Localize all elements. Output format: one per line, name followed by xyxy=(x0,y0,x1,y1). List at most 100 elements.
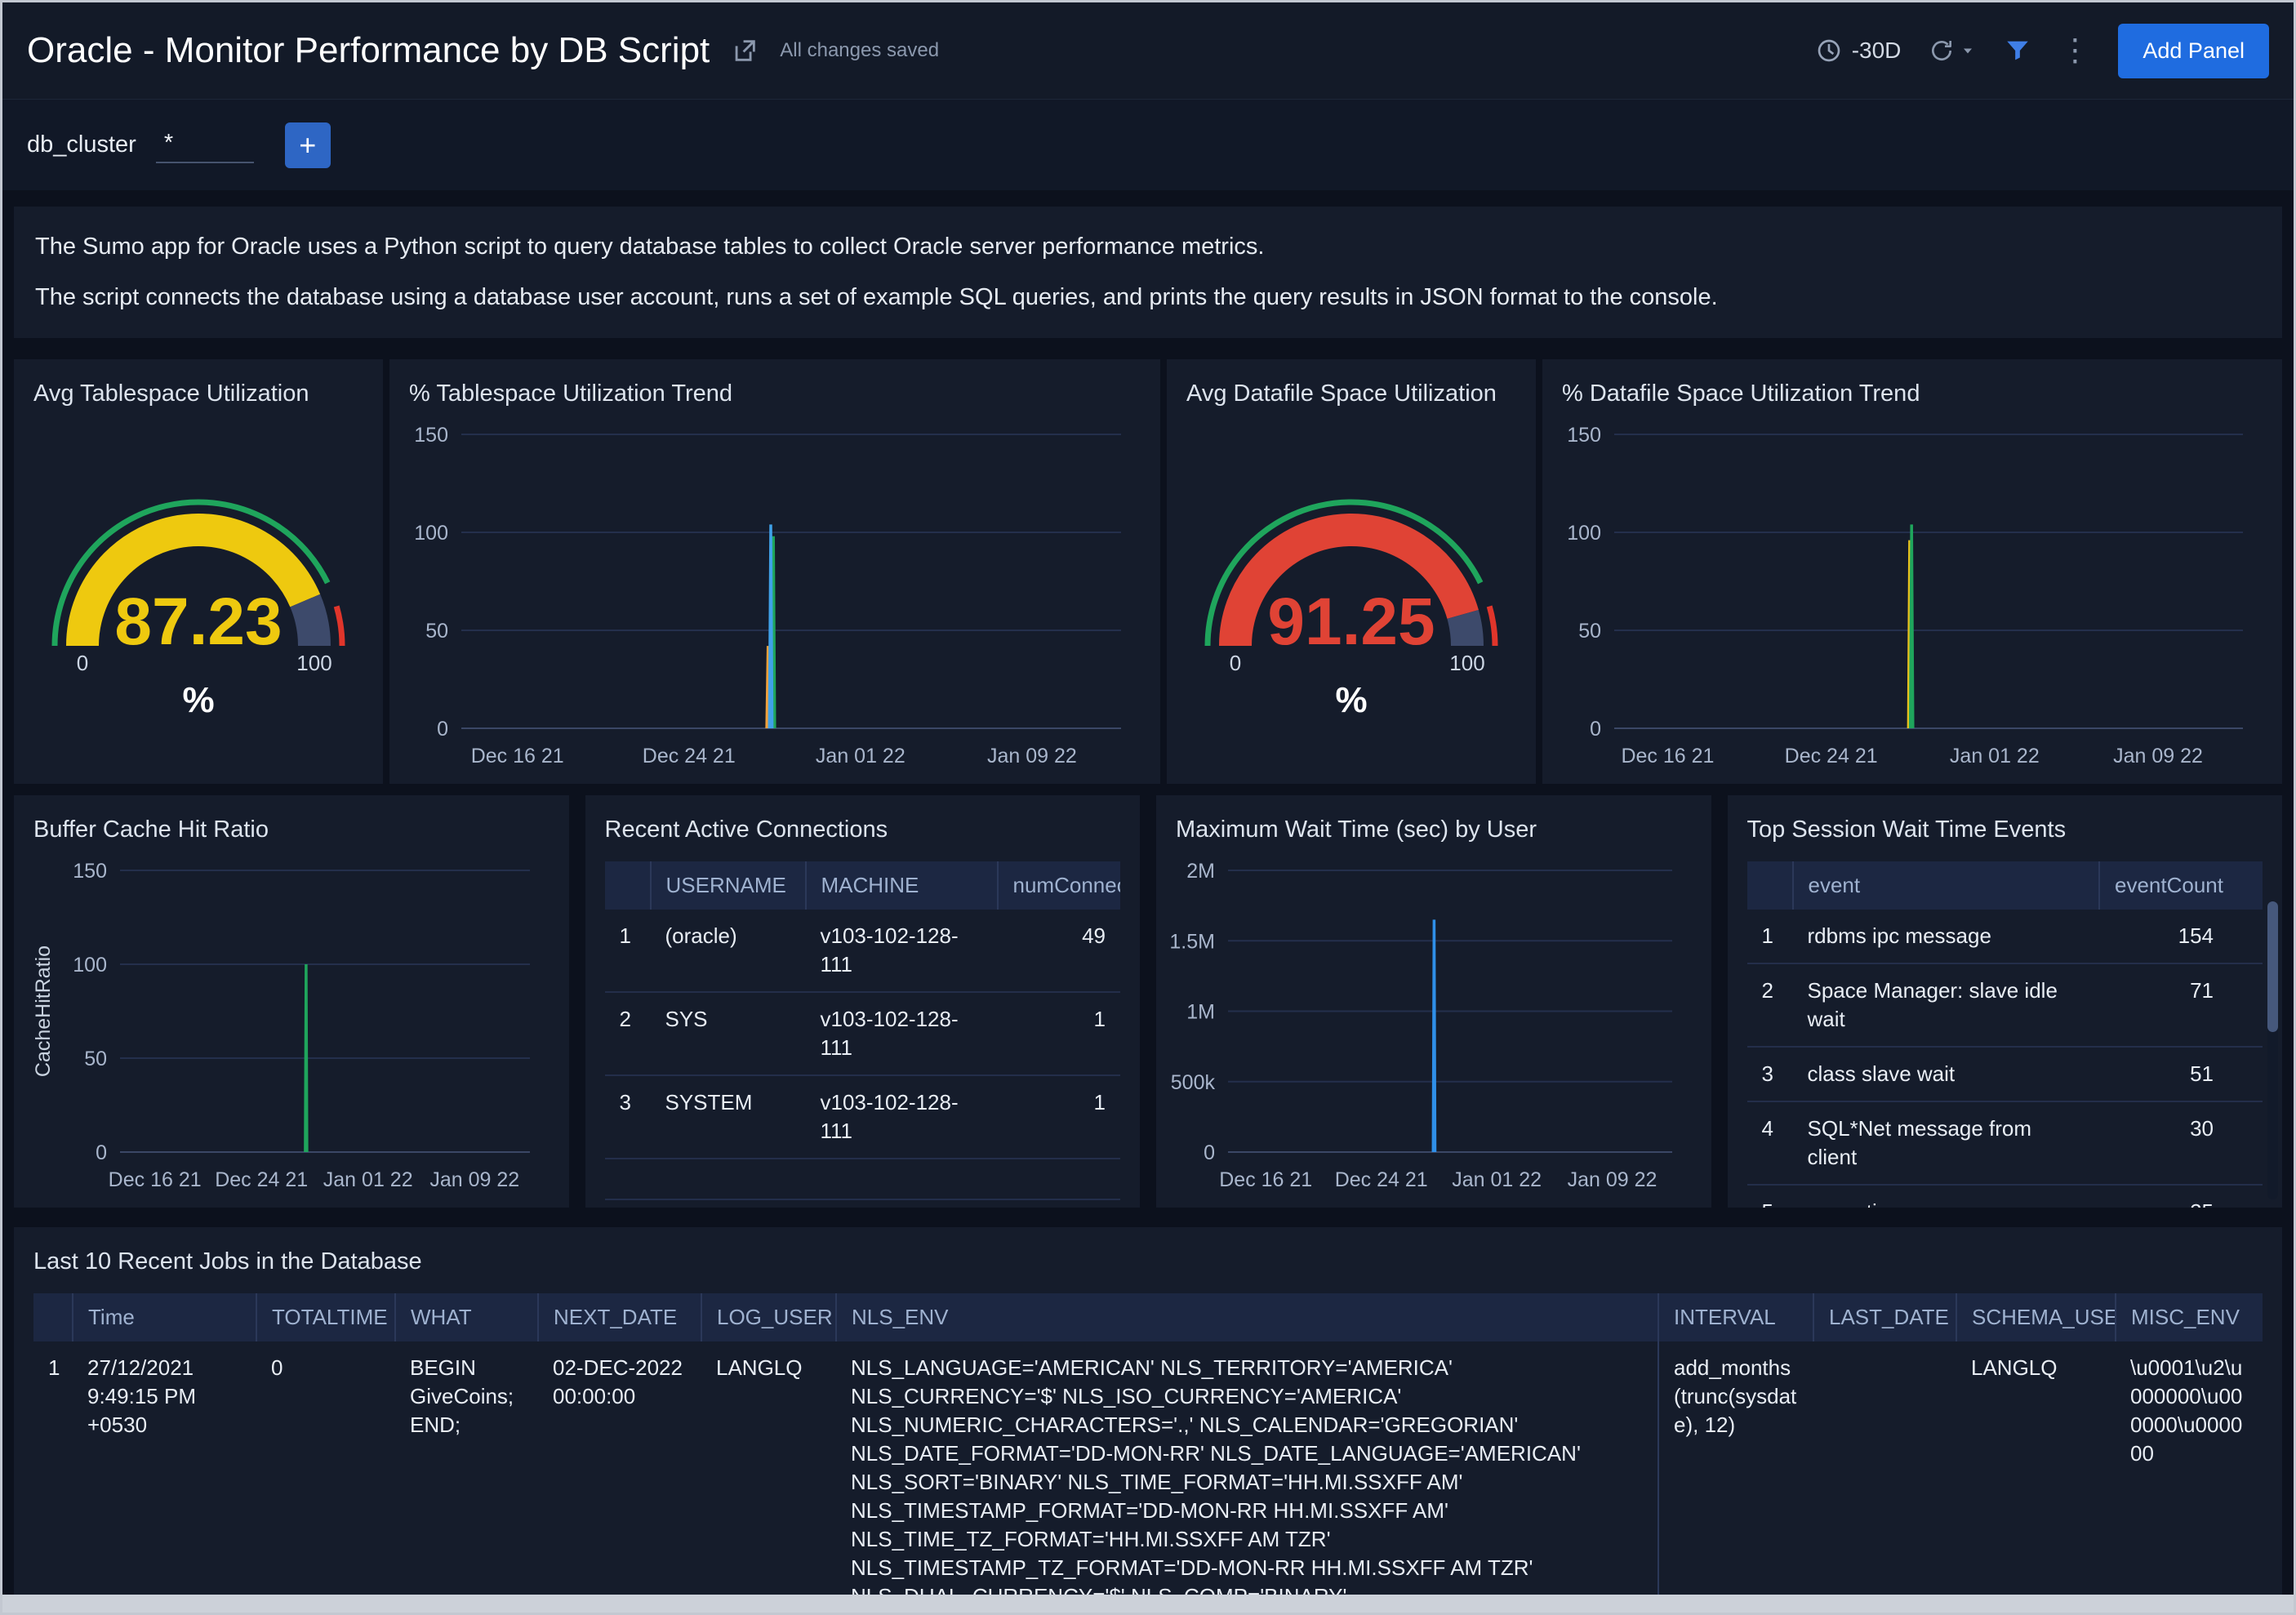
svg-text:Dec 16 21: Dec 16 21 xyxy=(471,745,564,767)
panel-row-1: Avg Tablespace Utilization 87.23 0 100 % %… xyxy=(14,358,2282,784)
svg-text:87.23: 87.23 xyxy=(114,585,282,659)
cell-event: rdbms ipc message xyxy=(1792,909,2099,964)
col-time: Time xyxy=(73,1292,257,1341)
panel-title: % Tablespace Utilization Trend xyxy=(409,380,733,407)
svg-text:0: 0 xyxy=(437,718,448,741)
row-index: 1 xyxy=(1746,909,1793,964)
table-row[interactable]: 3 SYSTEM v103-102-128-111 1 xyxy=(604,1074,1120,1160)
col-last-date: LAST_DATE xyxy=(1813,1292,1957,1341)
table-row[interactable]: 1 rdbms ipc message 154 xyxy=(1746,909,2263,964)
filter-bar: db_cluster * + xyxy=(2,99,2294,190)
cell-eventcount: 51 xyxy=(2099,1046,2263,1102)
svg-text:0: 0 xyxy=(1230,651,1241,674)
cell-username: (oracle) xyxy=(650,909,806,993)
time-range-control[interactable]: -30D xyxy=(1816,38,1901,64)
panel-buffer-cache: Buffer Cache Hit Ratio 0 50 100 150 Dec 16 2… xyxy=(14,794,569,1208)
svg-text:1.5M: 1.5M xyxy=(1169,930,1215,953)
svg-text:150: 150 xyxy=(414,424,448,447)
svg-text:Dec 16 21: Dec 16 21 xyxy=(1219,1168,1312,1191)
clock-icon xyxy=(1818,39,1840,62)
svg-text:Jan 01 22: Jan 01 22 xyxy=(816,745,905,767)
table-row[interactable]: 5 pmon timer 25 xyxy=(1746,1185,2263,1208)
refresh-icon xyxy=(1932,41,1952,60)
table-row[interactable]: 3 class slave wait 51 xyxy=(1746,1046,2263,1102)
panel-datafile-trend: % Datafile Space Utilization Trend 0 50 10… xyxy=(1542,358,2282,784)
col-numconnects: numConnects xyxy=(997,861,1120,910)
col-totaltime: TOTALTIME xyxy=(256,1292,396,1341)
col-event: event xyxy=(1792,861,2100,910)
cell-nls-env: NLS_LANGUAGE='AMERICAN' NLS_TERRITORY='A… xyxy=(836,1341,1658,1613)
row-index: 1 xyxy=(33,1341,73,1613)
wait-events-table: event eventCount 1 rdbms ipc message 154… xyxy=(1746,861,2263,1208)
col-interval: INTERVAL xyxy=(1658,1292,1814,1341)
table-header-row: event eventCount xyxy=(1746,861,2263,910)
col-schema-user: SCHEMA_USER xyxy=(1956,1292,2116,1341)
cell-time: 27/12/2021 9:49:15 PM +0530 xyxy=(73,1341,256,1613)
panel-avg-tablespace: Avg Tablespace Utilization 87.23 0 100 % xyxy=(14,358,383,784)
col-what: WHAT xyxy=(395,1292,539,1341)
line-chart-buffer-cache[interactable]: 0 50 100 150 Dec 16 21 Dec 24 21 Jan 01 22 Jan … xyxy=(25,857,558,1198)
table-row[interactable]: 2 SYS v103-102-128-111 1 xyxy=(604,991,1120,1076)
gauge-chart-tablespace[interactable]: 87.23 0 100 xyxy=(33,437,363,675)
row-index: 4 xyxy=(1746,1101,1793,1186)
description-panel: The Sumo app for Oracle uses a Python sc… xyxy=(14,207,2282,338)
cell-next-date: 02-DEC-2022 00:00:00 xyxy=(538,1341,701,1613)
gauge-chart-datafile[interactable]: 91.25 0 100 xyxy=(1186,437,1516,675)
refresh-control[interactable] xyxy=(1929,38,1976,64)
panel-title: Top Session Wait Time Events xyxy=(1746,816,2067,843)
panel-recent-jobs: Last 10 Recent Jobs in the Database Time… xyxy=(14,1226,2282,1613)
svg-text:Jan 01 22: Jan 01 22 xyxy=(1950,745,2040,767)
cell-machine: v103-102-128-111 xyxy=(805,909,998,993)
add-filter-button[interactable]: + xyxy=(284,122,331,168)
col-log-user: LOG_USER xyxy=(701,1292,837,1341)
svg-text:500k: 500k xyxy=(1171,1070,1216,1093)
svg-text:Dec 24 21: Dec 24 21 xyxy=(215,1168,308,1191)
row-index: 3 xyxy=(1746,1046,1793,1102)
table-row[interactable]: 1 27/12/2021 9:49:15 PM +0530 0 BEGIN Gi… xyxy=(33,1341,2263,1613)
cell-event: pmon timer xyxy=(1792,1185,2099,1208)
panel-title: Avg Tablespace Utilization xyxy=(33,380,309,407)
svg-text:50: 50 xyxy=(425,620,448,643)
cell-eventcount: 30 xyxy=(2099,1101,2263,1186)
cell-eventcount: 71 xyxy=(2099,963,2263,1048)
table-row[interactable]: 4 SQL*Net message from client 30 xyxy=(1746,1101,2263,1186)
save-status: All changes saved xyxy=(780,39,940,61)
svg-text:Jan 09 22: Jan 09 22 xyxy=(429,1168,519,1191)
cell-last-date xyxy=(1813,1341,1956,1613)
panel-title: % Datafile Space Utilization Trend xyxy=(1562,380,1920,407)
line-chart-max-wait[interactable]: 0 500k 1M 1.5M 2M Dec 16 21 Dec 24 21 Jan 01 22… xyxy=(1168,857,1700,1198)
cell-what: BEGIN GiveCoins; END; xyxy=(395,1341,538,1613)
table-row[interactable]: 2 Space Manager: slave idle wait 71 xyxy=(1746,963,2263,1048)
cell-numconnects: 1 xyxy=(997,991,1120,1076)
cell-machine: v103-102-128-111 xyxy=(805,991,998,1076)
svg-text:Dec 24 21: Dec 24 21 xyxy=(1785,745,1878,767)
svg-text:50: 50 xyxy=(1578,620,1601,643)
cell-event: SQL*Net message from client xyxy=(1792,1101,2099,1186)
row-index: 1 xyxy=(604,909,651,993)
col-username: USERNAME xyxy=(650,861,807,910)
line-chart-tablespace-trend[interactable]: 0 50 100 150 Dec 16 21 Dec 24 21 Jan 01 22 Jan … xyxy=(401,421,1149,774)
panel-avg-datafile: Avg Datafile Space Utilization 91.25 0 100… xyxy=(1167,358,1536,784)
svg-text:0: 0 xyxy=(77,651,88,674)
cell-machine: v103-102-128-111 xyxy=(805,1074,998,1160)
svg-text:Jan 01 22: Jan 01 22 xyxy=(323,1168,413,1191)
kebab-menu-icon[interactable]: ⋮ xyxy=(2059,35,2090,66)
filter-icon[interactable] xyxy=(2004,37,2031,65)
add-panel-button[interactable]: Add Panel xyxy=(2118,23,2269,78)
svg-text:100: 100 xyxy=(414,522,448,545)
svg-text:Jan 09 22: Jan 09 22 xyxy=(987,745,1077,767)
table-row[interactable]: 1 (oracle) v103-102-128-111 49 xyxy=(604,909,1120,993)
gauge-unit-label: % xyxy=(182,679,215,720)
table-header-row: Time TOTALTIME WHAT NEXT_DATE LOG_USER N… xyxy=(33,1292,2263,1341)
svg-text:100: 100 xyxy=(296,651,331,674)
cell-numconnects: 1 xyxy=(997,1074,1120,1160)
vertical-scrollbar[interactable] xyxy=(2267,901,2278,1199)
svg-text:0: 0 xyxy=(1590,718,1601,741)
line-chart-datafile-trend[interactable]: 0 50 100 150 Dec 16 21 Dec 24 21 Jan 01 22 Jan … xyxy=(1554,421,2271,774)
gauge-unit-label: % xyxy=(1335,679,1368,720)
share-icon[interactable] xyxy=(731,37,759,65)
db-cluster-input[interactable]: * xyxy=(155,127,254,163)
window-bottom-edge xyxy=(2,1595,2294,1613)
cell-totaltime: 0 xyxy=(256,1341,395,1613)
scrollbar-thumb[interactable] xyxy=(2267,901,2278,1033)
